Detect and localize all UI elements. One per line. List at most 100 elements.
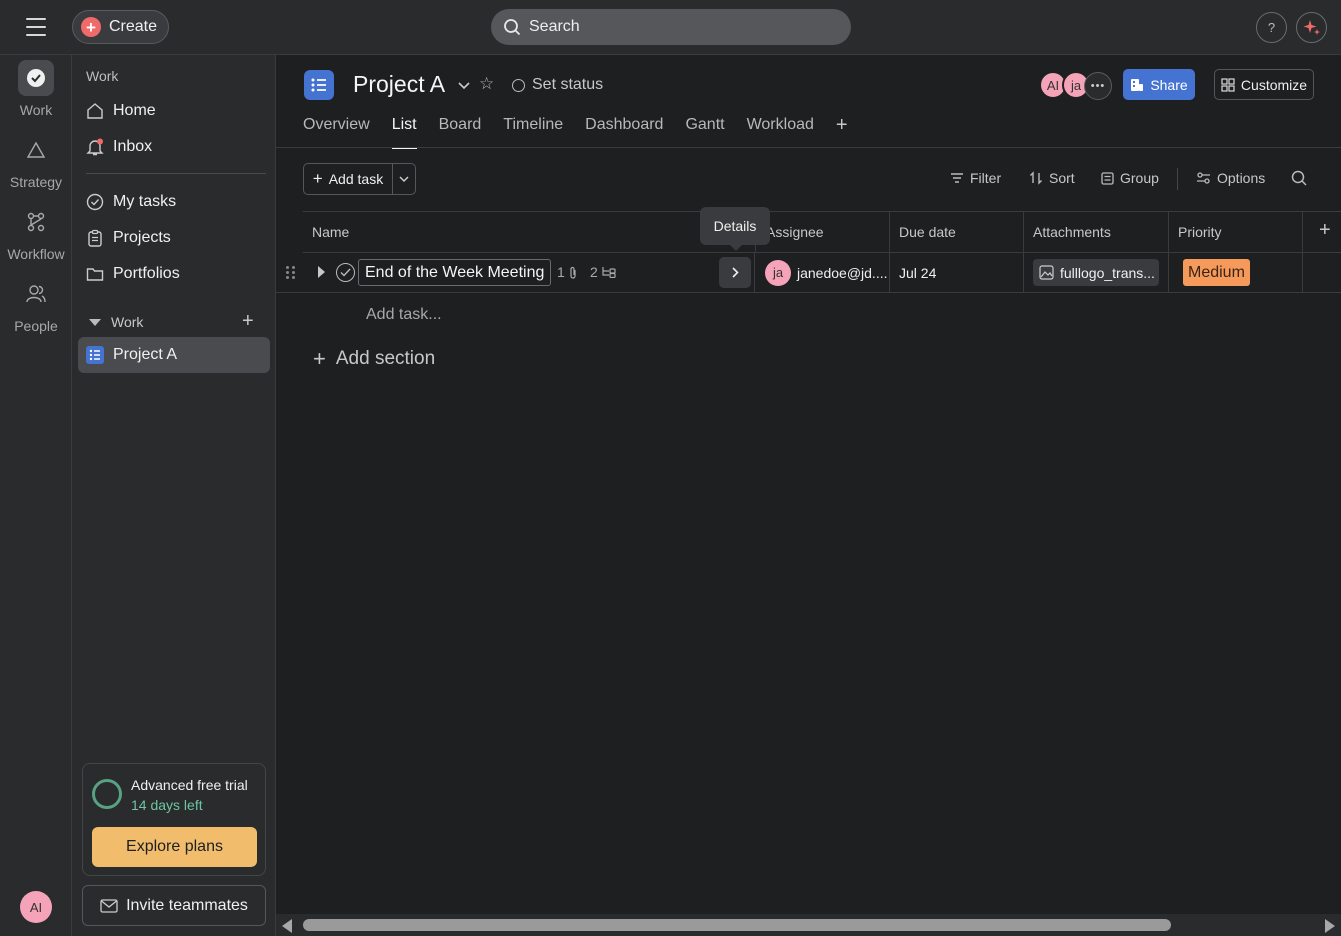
tab-gantt[interactable]: Gantt [685,115,724,149]
rail-label-workflow: Workflow [7,246,65,262]
add-task-inline[interactable]: Add task... [366,306,442,324]
customize-button[interactable]: Customize [1214,69,1314,100]
trial-card: Advanced free trial 14 days left Explore… [82,763,266,876]
attachment-count[interactable]: 1 [557,264,578,280]
column-header-assignee[interactable]: Assignee [755,212,890,252]
trial-title: Advanced free trial [131,777,248,793]
tab-workload[interactable]: Workload [747,115,814,149]
add-tab-icon[interactable]: + [836,113,848,147]
rail-item-work[interactable]: Work [0,60,72,118]
sidebar-item-portfolios[interactable]: Portfolios [78,256,270,292]
add-task-button[interactable]: + Add task [304,164,393,194]
left-rail: Work Strategy Workflow People AI [0,55,72,936]
hamburger-menu-icon[interactable] [26,18,46,36]
search-tasks-icon[interactable] [1291,170,1307,189]
more-members-icon[interactable]: ••• [1084,72,1112,100]
ai-sparkle-button[interactable] [1296,12,1327,43]
create-label: Create [109,18,158,35]
add-column-icon[interactable]: + [1319,219,1331,242]
filter-button[interactable]: Filter [950,170,1001,186]
team-section-label: Work [111,314,144,330]
task-name-input[interactable]: End of the Week Meeting [358,259,552,286]
paperclip-icon [570,266,576,279]
details-button[interactable] [719,257,751,288]
subtask-count[interactable]: 2 [590,264,617,280]
mail-icon [100,898,118,913]
caret-down-icon [89,318,101,326]
help-button[interactable]: ? [1256,12,1287,43]
rail-item-strategy[interactable]: Strategy [0,132,72,190]
filter-label: Filter [970,170,1002,186]
column-header-priority[interactable]: Priority [1169,212,1303,252]
create-button[interactable]: + Create [72,10,169,44]
priority-cell[interactable]: Medium [1169,253,1303,292]
rail-label-people: People [14,318,58,334]
group-button[interactable]: Group [1101,170,1159,186]
expand-subtasks-icon[interactable] [318,266,325,278]
filter-icon [951,173,963,183]
sort-button[interactable]: Sort [1029,170,1075,186]
column-header-attachments[interactable]: Attachments [1024,212,1169,252]
plus-icon: + [313,346,326,371]
share-lock-icon [1131,78,1144,91]
attachment-count-value: 1 [557,264,565,280]
group-icon [1101,171,1114,185]
assignee-cell[interactable]: ja janedoe@jd.... [755,253,890,292]
top-bar: + Create Search ? [0,0,1341,55]
tab-overview[interactable]: Overview [303,115,370,149]
set-status-button[interactable]: Set status [512,76,603,94]
table-row[interactable]: End of the Week Meeting 1 2 ja janedoe@j… [276,253,1341,293]
sidebar-item-my-tasks[interactable]: My tasks [78,184,270,220]
rail-item-workflow[interactable]: Workflow [0,204,72,262]
sidebar-item-inbox[interactable]: Inbox [78,129,270,165]
rail-item-people[interactable]: People [0,276,72,334]
toolbar-divider [1177,168,1178,190]
add-project-icon[interactable]: + [242,310,254,332]
add-section-button[interactable]: + Add section [313,348,435,370]
trial-progress-ring [92,779,122,809]
scroll-left-arrow-icon[interactable] [282,919,292,933]
column-header-due-date[interactable]: Due date [890,212,1024,252]
scroll-right-arrow-icon[interactable] [1325,919,1335,933]
page-title: Project A [353,71,446,97]
complete-task-checkbox[interactable] [336,263,355,282]
table-header: Name Assignee Due date Attachments Prior… [303,211,1341,253]
column-header-name[interactable]: Name [303,212,755,252]
chevron-right-icon [731,267,739,278]
chevron-down-icon[interactable] [458,77,470,93]
options-label: Options [1217,170,1266,186]
add-task-label: Add task [328,171,384,187]
clipboard-icon [86,229,104,247]
scrollbar-thumb[interactable] [303,919,1171,931]
sidebar-item-projects[interactable]: Projects [78,220,270,256]
options-button[interactable]: Options [1196,170,1265,186]
tab-timeline[interactable]: Timeline [503,115,563,149]
due-date-value: Jul 24 [899,264,937,281]
priority-badge: Medium [1183,259,1250,286]
horizontal-scrollbar[interactable] [276,914,1341,936]
drag-handle-icon[interactable] [286,266,295,279]
rail-label-strategy: Strategy [9,174,63,190]
assignee-avatar: ja [765,259,791,286]
sidebar-item-home[interactable]: Home [78,93,270,129]
tab-board[interactable]: Board [439,115,482,149]
tab-list[interactable]: List [391,115,417,149]
tab-dashboard[interactable]: Dashboard [585,115,663,149]
search-icon [504,19,521,36]
project-list-icon [304,70,334,100]
user-avatar[interactable]: AI [20,891,52,923]
attachments-cell[interactable]: fulllogo_trans... [1024,253,1169,292]
trial-days-left: 14 days left [131,797,203,813]
add-task-dropdown[interactable] [393,164,415,194]
star-icon[interactable]: ☆ [479,74,494,94]
home-icon [86,102,104,120]
search-input[interactable]: Search [491,9,851,45]
explore-plans-button[interactable]: Explore plans [92,827,257,867]
attachment-chip[interactable]: fulllogo_trans... [1033,259,1159,286]
sidebar-item-project-a[interactable]: Project A [78,337,270,373]
subtask-count-value: 2 [590,264,598,280]
workflow-icon [18,204,54,240]
share-button[interactable]: Share [1123,69,1195,100]
invite-teammates-button[interactable]: Invite teammates [82,885,266,926]
due-date-cell[interactable]: Jul 24 [890,253,1024,292]
